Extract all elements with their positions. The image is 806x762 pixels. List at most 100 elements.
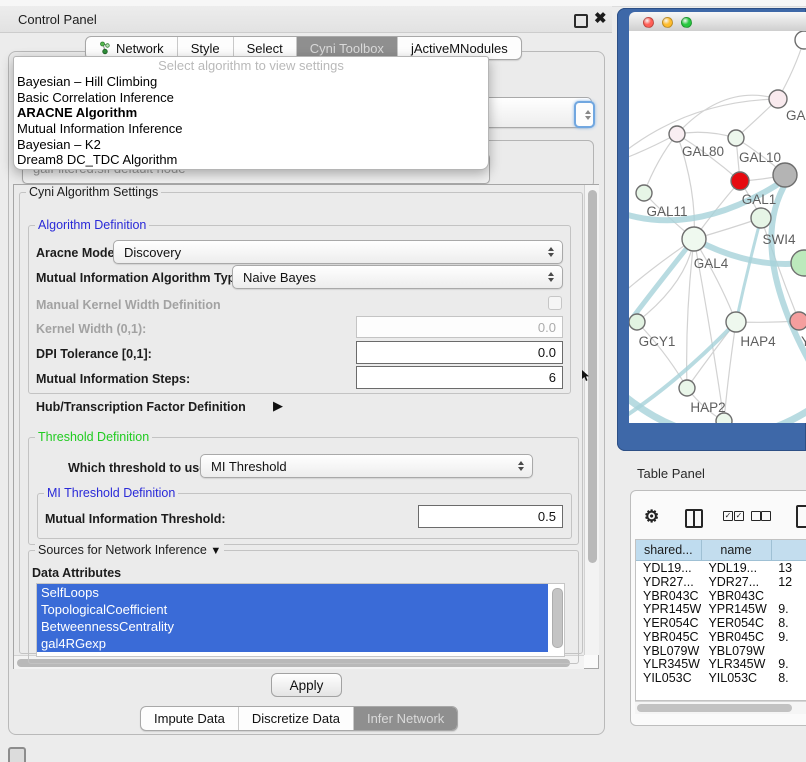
table-cell: YBL079W [636, 644, 701, 658]
node-gray[interactable] [773, 163, 797, 187]
combo-arrows-icon [518, 461, 524, 471]
attribute-list-item[interactable]: TopologicalCoefficient [37, 601, 548, 618]
table-row[interactable]: YPR145WYPR145W9. [636, 602, 806, 616]
tab-label: jActiveMNodules [411, 41, 508, 56]
algorithm-dropdown-popup: Select algorithm to view settings Bayesi… [13, 56, 489, 170]
node-partial-top[interactable] [795, 31, 806, 49]
node-SWI4[interactable] [751, 208, 771, 228]
node-GCY1[interactable] [629, 314, 645, 330]
list-scrollbar[interactable] [550, 586, 562, 652]
attribute-list-item[interactable]: gal4RGexp [37, 635, 548, 652]
table-row[interactable]: YBR043CYBR043C [636, 589, 806, 603]
table-panel: ⚙ ✓ ✓ shared...name YDL19...YDL19...13YD… [630, 490, 806, 726]
node-label-GAL4: GAL4 [694, 256, 729, 271]
mi-threshold-title: MI Threshold Definition [44, 486, 178, 500]
data-attributes-list[interactable]: SelfLoopsTopologicalCoefficientBetweenne… [36, 583, 565, 657]
node-GAL4[interactable] [682, 227, 706, 251]
dpi-tolerance-field[interactable]: 0.0 [356, 341, 563, 364]
tab-discretize-data[interactable]: Discretize Data [239, 707, 354, 730]
algorithm-option[interactable]: Mutual Information Inference [14, 121, 488, 137]
manual-kernel-label: Manual Kernel Width Definition [36, 298, 221, 312]
tab-infer-network[interactable]: Infer Network [354, 707, 457, 730]
node-label-GAL1: GAL1 [742, 192, 777, 207]
table-cell: YBR045C [636, 630, 701, 644]
node-label-GAL80: GAL80 [682, 144, 724, 159]
aracne-mode-combo[interactable]: Discovery [113, 240, 563, 264]
collapse-down-icon[interactable]: ▼ [210, 545, 221, 557]
expand-right-icon[interactable]: ▶ [273, 398, 283, 414]
node-GAL1[interactable] [731, 172, 749, 190]
tab-label: Cyni Toolbox [310, 41, 384, 56]
network-canvas[interactable]: GALGAL80GAL10GAL1GAL11SWI4GAL4GCY1HAP4YH… [629, 31, 806, 423]
table-row[interactable]: YDL19...YDL19...13 [636, 561, 806, 575]
algorithm-definition-title: Algorithm Definition [35, 218, 149, 232]
hub-definition-label[interactable]: Hub/Transcription Factor Definition [36, 400, 246, 414]
which-threshold-combo[interactable]: MI Threshold [200, 454, 533, 478]
node-big-green[interactable] [791, 250, 806, 276]
column-header[interactable] [772, 540, 806, 560]
mi-threshold-field[interactable]: 0.5 [418, 505, 563, 528]
table-horizontal-scrollbar[interactable] [635, 701, 806, 714]
node-GAL80[interactable] [669, 126, 685, 142]
node-label-GCY1: GCY1 [639, 334, 676, 349]
gear-icon[interactable]: ⚙ [644, 507, 659, 527]
node-HAP4[interactable] [726, 312, 746, 332]
attribute-list-item[interactable]: SelfLoops [37, 584, 548, 601]
list-scrollbar-thumb[interactable] [552, 588, 563, 648]
table-row[interactable]: YIL053CYIL053C8. [636, 671, 806, 685]
minimize-traffic-light[interactable] [662, 17, 673, 28]
close-traffic-light[interactable] [643, 17, 654, 28]
table-cell: 9. [771, 602, 806, 616]
node-pink[interactable] [769, 90, 787, 108]
table-cell: YER054C [701, 616, 771, 630]
mi-type-label: Mutual Information Algorithm Type: [36, 271, 246, 285]
float-window-icon[interactable] [574, 14, 588, 28]
table-row[interactable]: YER054CYER054C8. [636, 616, 806, 630]
node-GAL10[interactable] [728, 130, 744, 146]
sources-title[interactable]: Sources for Network Inference ▼ [35, 543, 224, 557]
checked-checkbox-icon[interactable]: ✓ [723, 511, 733, 521]
columns-icon[interactable] [685, 509, 703, 528]
close-icon[interactable]: ✖ [594, 9, 607, 27]
table-row[interactable]: YDR27...YDR27...12 [636, 575, 806, 589]
mi-type-combo[interactable]: Naive Bayes [232, 265, 563, 289]
which-threshold-value: MI Threshold [211, 459, 287, 474]
vertical-scrollbar[interactable] [584, 185, 599, 655]
kernel-width-field: 0.0 [356, 316, 563, 338]
table-scrollbar-thumb[interactable] [637, 704, 792, 712]
tab-impute-data[interactable]: Impute Data [141, 707, 239, 730]
table-row[interactable]: YBR045CYBR045C9. [636, 630, 806, 644]
network-graph: GALGAL80GAL10GAL1GAL11SWI4GAL4GCY1HAP4YH… [629, 31, 806, 423]
node-salmon[interactable] [790, 312, 806, 330]
threshold-definition-title: Threshold Definition [35, 430, 152, 444]
table-row[interactable]: YLR345WYLR345W9. [636, 658, 806, 672]
node-HAP2[interactable] [679, 380, 695, 396]
table-cell: YDL19... [701, 561, 771, 575]
focused-combo-spinner[interactable] [574, 101, 595, 128]
tool-panel-icon[interactable] [8, 747, 26, 762]
attribute-list-item[interactable]: BetweennessCentrality [37, 618, 548, 635]
unchecked-checkbox-icon[interactable] [761, 511, 771, 521]
algorithm-option[interactable]: Bayesian – Hill Climbing [14, 74, 488, 90]
network-view-titlebar[interactable] [629, 12, 806, 32]
node-GAL11[interactable] [636, 185, 652, 201]
table-row[interactable]: YBL079WYBL079W [636, 644, 806, 658]
column-header[interactable]: shared... [636, 540, 702, 560]
zoom-traffic-light[interactable] [681, 17, 692, 28]
algorithm-option[interactable]: ARACNE Algorithm [14, 105, 488, 121]
algorithm-option[interactable]: Dream8 DC_TDC Algorithm [14, 152, 488, 168]
column-header[interactable]: name [702, 540, 772, 560]
aracne-mode-label: Aracne Mode: [36, 246, 119, 260]
node-table[interactable]: shared...name YDL19...YDL19...13YDR27...… [635, 539, 806, 701]
dropdown-placeholder: Select algorithm to view settings [14, 57, 488, 74]
algorithm-option[interactable]: Bayesian – K2 [14, 137, 488, 153]
node-label-GAL10: GAL10 [739, 150, 781, 165]
algorithm-option[interactable]: Basic Correlation Inference [14, 90, 488, 106]
mi-steps-field[interactable]: 6 [356, 366, 563, 389]
node-label-Y: Y [801, 334, 806, 349]
manual-kernel-checkbox[interactable] [548, 296, 562, 310]
apply-button[interactable]: Apply [271, 673, 342, 697]
unchecked-checkbox-icon[interactable] [751, 511, 761, 521]
checked-checkbox-icon[interactable]: ✓ [734, 511, 744, 521]
function-builder-icon[interactable] [796, 505, 806, 528]
